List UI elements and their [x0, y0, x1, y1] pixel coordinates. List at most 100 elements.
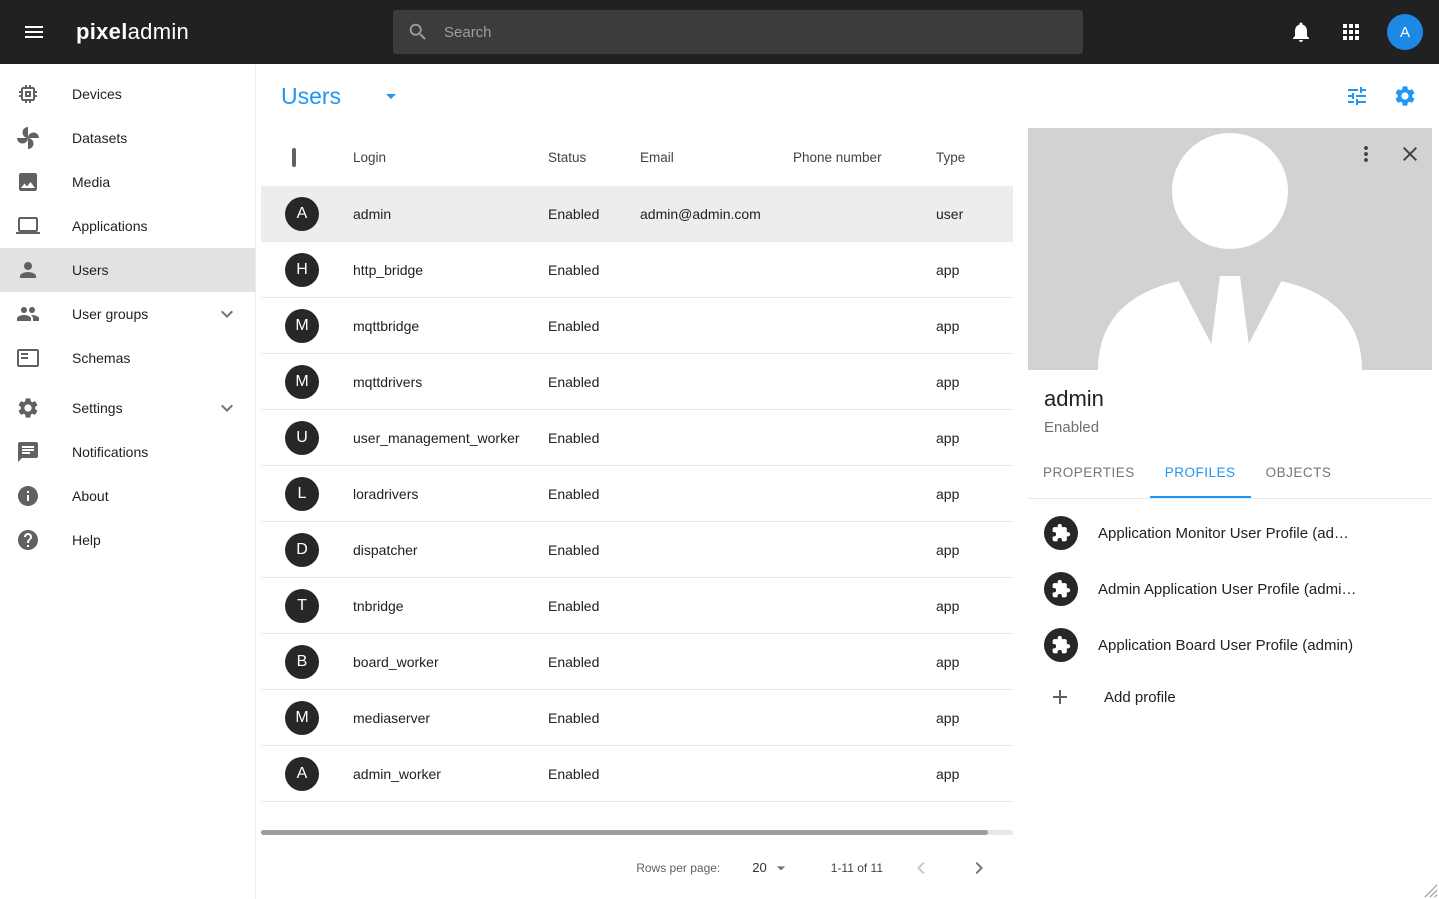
cell-login: admin_worker [353, 766, 548, 782]
memory-icon [16, 82, 40, 106]
profile-list-item[interactable]: Application Board User Profile (admin) [1028, 617, 1432, 673]
profile-list-item[interactable]: Admin Application User Profile (admi… [1028, 561, 1432, 617]
sidebar-item[interactable]: Schemas [0, 336, 255, 380]
table-header-row: Login Status Email Phone number Type [261, 128, 1013, 186]
brand-light: admin [128, 19, 189, 44]
chat-icon [16, 440, 40, 464]
cell-type: app [936, 766, 1013, 782]
detail-actions [1342, 134, 1430, 174]
table-row[interactable]: A admin_worker Enabled app [261, 746, 1013, 802]
more-vert-icon[interactable] [1346, 134, 1386, 174]
column-header-type[interactable]: Type [936, 150, 1013, 165]
detail-tab[interactable]: PROPERTIES [1028, 450, 1150, 498]
image-icon [16, 170, 40, 194]
table-row[interactable]: M mediaserver Enabled app [261, 690, 1013, 746]
sidebar-item[interactable]: Users [0, 248, 255, 292]
sidebar-item-label: Datasets [72, 130, 127, 146]
select-all-checkbox[interactable] [292, 148, 296, 167]
sidebar-item[interactable]: User groups [0, 292, 255, 336]
toys-icon [16, 126, 40, 150]
puzzle-icon [1044, 516, 1078, 550]
main-content: Users Login Status Email Phone number Ty… [256, 64, 1439, 899]
sidebar-item-label: Settings [72, 400, 123, 416]
sidebar-item[interactable]: Media [0, 160, 255, 204]
user-avatar-letter: A [1400, 24, 1410, 41]
puzzle-icon [1044, 628, 1078, 662]
sidebar-item[interactable]: About [0, 474, 255, 518]
profile-list-item[interactable]: Application Monitor User Profile (ad… [1028, 505, 1432, 561]
people-icon [16, 302, 40, 326]
notifications-bell-icon[interactable] [1281, 12, 1321, 52]
cell-login: tnbridge [353, 598, 548, 614]
horizontal-scrollbar[interactable] [261, 830, 1013, 835]
chevron-down-icon [215, 396, 239, 420]
entity-selector[interactable]: Users [281, 83, 403, 110]
previous-page-icon[interactable] [901, 848, 941, 888]
sidebar-item[interactable]: Settings [0, 386, 255, 430]
table-row[interactable]: T tnbridge Enabled app [261, 578, 1013, 634]
cell-status: Enabled [548, 598, 640, 614]
cell-status: Enabled [548, 542, 640, 558]
column-header-phone[interactable]: Phone number [793, 150, 936, 165]
column-header-email[interactable]: Email [640, 150, 793, 165]
sidebar-item-label: Devices [72, 86, 122, 102]
table-row[interactable]: D dispatcher Enabled app [261, 522, 1013, 578]
filter-columns-icon[interactable] [1337, 76, 1377, 116]
menu-icon[interactable] [14, 12, 54, 52]
table-row[interactable]: U user_management_worker Enabled app [261, 410, 1013, 466]
cell-status: Enabled [548, 654, 640, 670]
cell-login: mqttbridge [353, 318, 548, 334]
app-header: pixeladmin A [0, 0, 1439, 64]
sidebar-item[interactable]: Devices [0, 72, 255, 116]
close-icon[interactable] [1390, 134, 1430, 174]
app-logo[interactable]: pixeladmin [76, 19, 189, 45]
table-row[interactable]: B board_worker Enabled app [261, 634, 1013, 690]
row-avatar: T [285, 589, 319, 623]
detail-tab[interactable]: PROFILES [1150, 450, 1251, 498]
sidebar-item[interactable]: Help [0, 518, 255, 562]
cell-email: admin@admin.com [640, 206, 793, 222]
row-avatar: L [285, 477, 319, 511]
profiles-list: Application Monitor User Profile (ad… Ad… [1028, 499, 1432, 721]
table-settings-gear-icon[interactable] [1385, 76, 1425, 116]
row-avatar: A [285, 197, 319, 231]
table-row[interactable]: M mqttbridge Enabled app [261, 298, 1013, 354]
sidebar-item-label: Media [72, 174, 110, 190]
cell-login: admin [353, 206, 548, 222]
cell-login: http_bridge [353, 262, 548, 278]
table-row[interactable]: M mqttdrivers Enabled app [261, 354, 1013, 410]
dropdown-caret-icon [379, 84, 403, 108]
puzzle-icon [1044, 572, 1078, 606]
rows-per-page-select[interactable]: 20 [752, 858, 790, 878]
add-profile-button[interactable]: Add profile [1028, 673, 1432, 721]
next-page-icon[interactable] [959, 848, 999, 888]
user-avatar[interactable]: A [1387, 14, 1423, 50]
cell-type: app [936, 598, 1013, 614]
sidebar-item[interactable]: Datasets [0, 116, 255, 160]
sidebar-item-label: Schemas [72, 350, 130, 366]
table-row[interactable]: H http_bridge Enabled app [261, 242, 1013, 298]
user-detail-panel: admin Enabled PROPERTIES PROFILES OBJECT… [1028, 128, 1432, 899]
table-row[interactable]: A admin Enabled admin@admin.com user [261, 186, 1013, 242]
detail-tab[interactable]: OBJECTS [1251, 450, 1347, 498]
search-input[interactable] [442, 23, 1069, 42]
table-row[interactable]: L loradrivers Enabled app [261, 466, 1013, 522]
apps-grid-icon[interactable] [1331, 12, 1371, 52]
detail-tabs: PROPERTIES PROFILES OBJECTS [1028, 450, 1432, 499]
sidebar-item[interactable]: Notifications [0, 430, 255, 474]
users-table: Login Status Email Phone number Type A a… [261, 128, 1013, 899]
laptop-icon [16, 214, 40, 238]
resize-grip-icon[interactable] [1423, 883, 1438, 898]
sidebar-item[interactable]: Applications [0, 204, 255, 248]
cell-status: Enabled [548, 486, 640, 502]
detail-user-status: Enabled [1044, 419, 1416, 436]
cell-type: app [936, 262, 1013, 278]
search-bar[interactable] [393, 10, 1083, 54]
row-avatar: B [285, 645, 319, 679]
gear-icon [16, 396, 40, 420]
column-header-login[interactable]: Login [353, 150, 548, 165]
cell-status: Enabled [548, 318, 640, 334]
plus-icon [1048, 685, 1072, 709]
column-header-status[interactable]: Status [548, 150, 640, 165]
scrollbar-thumb[interactable] [261, 830, 988, 835]
